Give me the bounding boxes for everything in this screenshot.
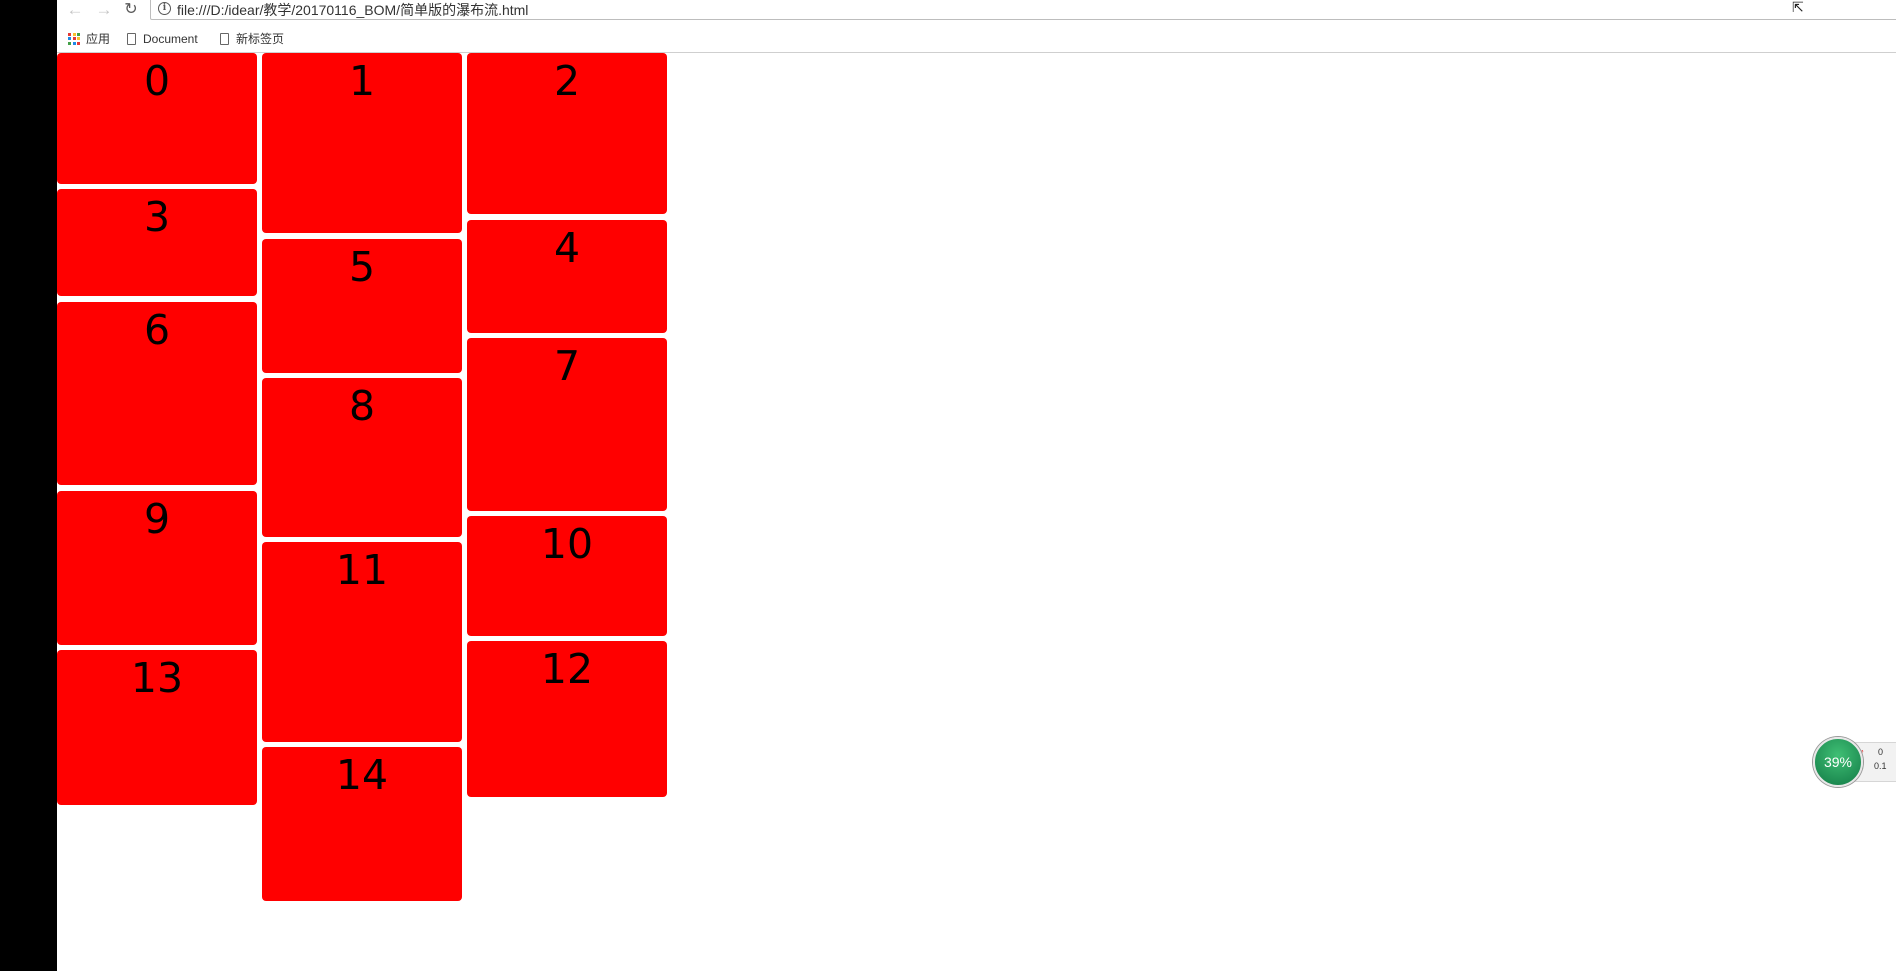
waterfall-box: 3 bbox=[57, 189, 257, 296]
waterfall-box: 14 bbox=[262, 747, 462, 901]
forward-button[interactable]: → bbox=[93, 0, 115, 20]
bookmarks-bar: 应用 Document 新标签页 bbox=[57, 27, 1896, 53]
page-icon bbox=[127, 32, 136, 45]
waterfall-box: 2 bbox=[467, 53, 667, 214]
back-arrow-icon: ← bbox=[66, 0, 84, 19]
reload-icon: ↻ bbox=[124, 1, 138, 18]
browser-window: ← → ↻ i file:///D:/idear/教学/20170116_BOM… bbox=[57, 0, 1896, 971]
bookmark-new-tab[interactable]: 新标签页 bbox=[220, 28, 284, 50]
waterfall-box: 12 bbox=[467, 641, 667, 797]
network-speed-widget[interactable]: ↑ 0 ↓ 0.1 39% bbox=[1813, 737, 1896, 787]
waterfall-box: 4 bbox=[467, 220, 667, 333]
waterfall-box: 6 bbox=[57, 302, 257, 485]
page-viewport: 0 1 2 3 4 5 6 7 8 9 10 11 12 13 14 bbox=[57, 53, 1896, 971]
waterfall-box: 9 bbox=[57, 491, 257, 645]
waterfall-box: 1 bbox=[262, 53, 462, 233]
forward-arrow-icon: → bbox=[95, 0, 113, 19]
browser-toolbar: ← → ↻ i file:///D:/idear/教学/20170116_BOM… bbox=[57, 0, 1896, 23]
url-text[interactable]: file:///D:/idear/教学/20170116_BOM/简单版的瀑布流… bbox=[177, 0, 528, 20]
back-button[interactable]: ← bbox=[64, 0, 86, 20]
bookmark-label: 新标签页 bbox=[236, 32, 285, 46]
apps-grid-icon bbox=[68, 32, 80, 45]
reload-button[interactable]: ↻ bbox=[120, 0, 142, 20]
waterfall-box: 0 bbox=[57, 53, 257, 184]
bookmark-label: Document bbox=[143, 32, 198, 46]
bookmark-label: 应用 bbox=[86, 32, 111, 46]
waterfall-box: 11 bbox=[262, 542, 462, 742]
waterfall-box: 10 bbox=[467, 516, 667, 636]
upload-speed-value: 0 bbox=[1878, 747, 1884, 757]
bookmark-apps[interactable]: 应用 bbox=[68, 28, 110, 50]
waterfall-box: 13 bbox=[57, 650, 257, 805]
download-speed-value: 0.1 bbox=[1874, 761, 1887, 771]
bookmark-document[interactable]: Document bbox=[127, 28, 198, 50]
waterfall-box: 8 bbox=[262, 378, 462, 537]
waterfall-box: 5 bbox=[262, 239, 462, 373]
memory-usage-badge[interactable]: 39% bbox=[1813, 737, 1863, 787]
mouse-cursor-icon: ⇱ bbox=[1792, 0, 1804, 15]
left-black-strip bbox=[0, 0, 57, 971]
page-icon bbox=[220, 32, 229, 45]
site-info-icon[interactable]: i bbox=[158, 2, 171, 15]
address-bar[interactable]: i file:///D:/idear/教学/20170116_BOM/简单版的瀑… bbox=[150, 0, 1896, 20]
waterfall-box: 7 bbox=[467, 338, 667, 511]
